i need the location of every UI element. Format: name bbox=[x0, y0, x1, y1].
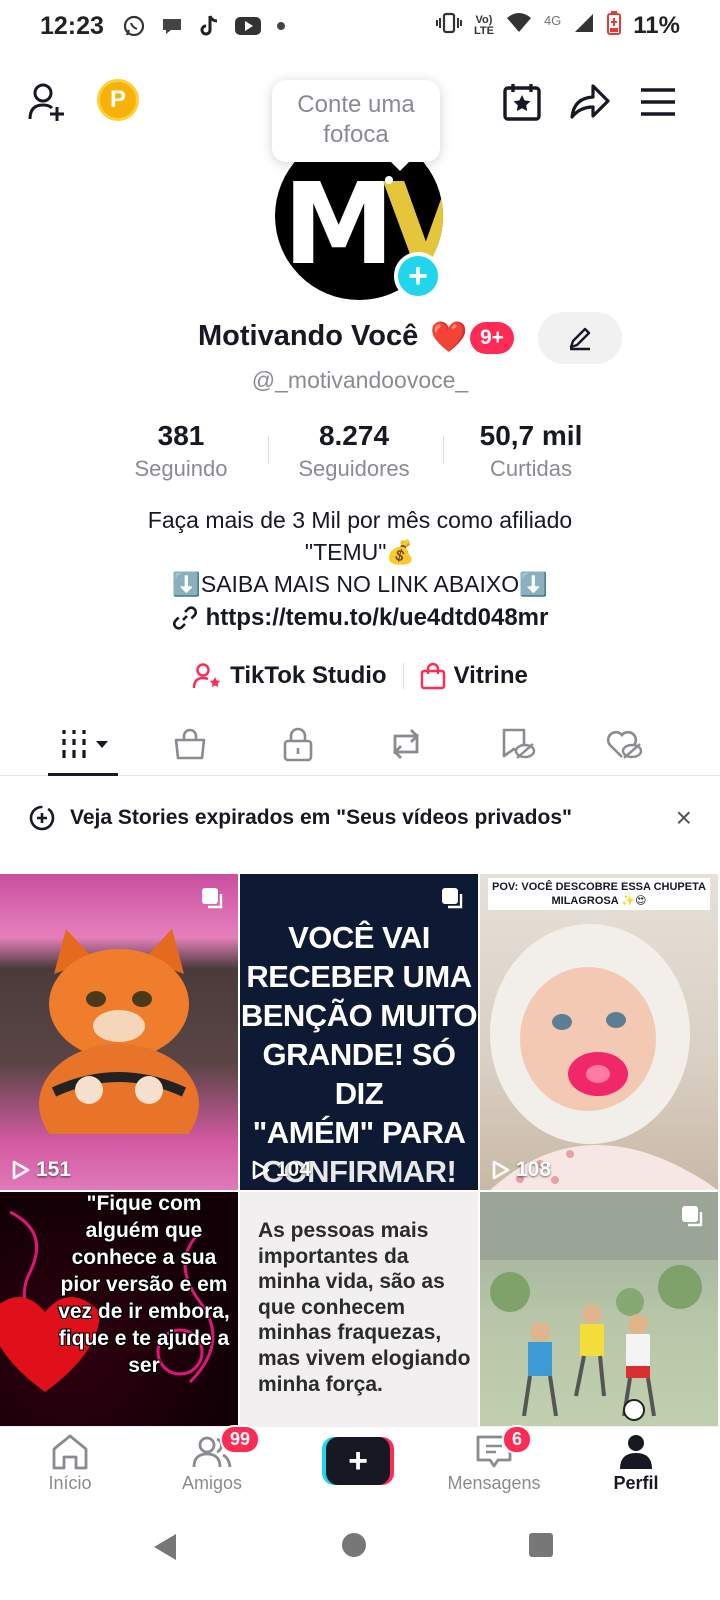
calendar-star-icon[interactable] bbox=[498, 78, 546, 126]
clock: 12:23 bbox=[40, 11, 104, 40]
chat-bubble-icon bbox=[160, 14, 184, 38]
video-thumbnail-soccer[interactable] bbox=[480, 1192, 718, 1426]
video-thumbnail-blessing[interactable]: VOCÊ VAI RECEBER UMA BENÇÃO MUITO GRANDE… bbox=[240, 874, 478, 1190]
video-thumbnail-baby[interactable]: POV: VOCÊ DESCOBRE ESSA CHUPETA MILAGROS… bbox=[480, 874, 718, 1190]
stories-banner[interactable]: Veja Stories expirados em "Seus vídeos p… bbox=[0, 794, 720, 842]
tiktok-studio-button[interactable]: TikTok Studio bbox=[192, 662, 387, 690]
link-icon bbox=[172, 606, 197, 630]
nav-home[interactable]: Início bbox=[10, 1431, 130, 1494]
bio-link[interactable]: https://temu.to/k/ue4dtd048mr bbox=[0, 604, 720, 632]
volte-icon: Vo) LTE bbox=[473, 14, 494, 37]
profile-icon bbox=[620, 1435, 652, 1469]
thumbnail-text: As pessoas mais importantes da minha vid… bbox=[258, 1219, 471, 1396]
tab-private[interactable] bbox=[268, 720, 328, 768]
whatsapp-icon bbox=[122, 14, 146, 38]
add-user-icon[interactable] bbox=[24, 78, 72, 126]
thumbnail-text: "Fique com alguém que conhece a sua pior… bbox=[58, 1192, 230, 1377]
banner-text: Veja Stories expirados em "Seus vídeos p… bbox=[70, 806, 572, 829]
menu-icon[interactable] bbox=[634, 78, 682, 126]
heart-eye-off-icon bbox=[606, 730, 643, 759]
multi-image-icon bbox=[682, 1206, 703, 1227]
multi-image-icon bbox=[202, 888, 223, 909]
recents-icon[interactable] bbox=[528, 1532, 554, 1558]
shopping-bag-icon bbox=[174, 728, 206, 760]
view-count: 151 bbox=[12, 1158, 71, 1182]
stat-likes[interactable]: 50,7 mil Curtidas bbox=[446, 420, 616, 482]
bookmark-eye-off-icon bbox=[502, 728, 536, 759]
home-icon bbox=[52, 1434, 88, 1470]
baby-image bbox=[490, 924, 718, 1190]
coin-icon[interactable]: P bbox=[97, 79, 139, 121]
profile-stats: 381 Seguindo 8.274 Seguidores 50,7 mil C… bbox=[0, 420, 720, 486]
notification-badge[interactable]: 9+ bbox=[470, 322, 514, 354]
bottom-nav: Início 99 Amigos + 6 Mensagens Perfil bbox=[0, 1425, 720, 1502]
friends-badge: 99 bbox=[220, 1425, 261, 1454]
repost-icon bbox=[393, 729, 419, 759]
dot-icon bbox=[276, 21, 286, 31]
username: @_motivandoovoce_ bbox=[251, 367, 469, 393]
view-count: 108 bbox=[492, 1158, 551, 1182]
tab-videos[interactable] bbox=[56, 720, 116, 768]
note-tooltip[interactable]: Conte uma fofoca bbox=[272, 80, 440, 171]
create-button[interactable]: + bbox=[322, 1437, 394, 1485]
play-icon bbox=[12, 1160, 30, 1180]
system-navigation bbox=[0, 1502, 720, 1600]
share-icon[interactable] bbox=[566, 78, 614, 126]
nav-friends[interactable]: 99 Amigos bbox=[152, 1425, 272, 1494]
tab-favorites-hidden[interactable] bbox=[488, 720, 548, 768]
home-button-icon[interactable] bbox=[341, 1532, 367, 1558]
tab-shop[interactable] bbox=[160, 720, 220, 768]
video-thumbnail-quote-heart[interactable]: "Fique com alguém que conhece a sua pior… bbox=[0, 1192, 238, 1426]
battery-percent: 11% bbox=[633, 12, 680, 39]
video-grid: 151 VOCÊ VAI RECEBER UMA BENÇÃO MUITO GR… bbox=[0, 874, 720, 1426]
status-bar: 12:23 Vo) LTE 4G 11% bbox=[0, 0, 720, 52]
display-name: Motivando Você bbox=[198, 320, 419, 352]
add-avatar-button[interactable]: + bbox=[394, 252, 442, 300]
wifi-icon bbox=[506, 12, 532, 41]
story-plus-icon bbox=[29, 805, 55, 831]
edit-profile-button[interactable] bbox=[538, 312, 622, 364]
heart-emoji: ❤️ bbox=[430, 321, 468, 354]
nav-profile[interactable]: Perfil bbox=[576, 1431, 696, 1494]
shopping-bag-icon bbox=[420, 662, 445, 690]
tab-liked-hidden[interactable] bbox=[594, 720, 654, 768]
user-star-icon bbox=[192, 663, 221, 689]
multi-image-icon bbox=[442, 888, 463, 909]
profile-actions: TikTok Studio Vitrine bbox=[0, 656, 720, 696]
messages-badge: 6 bbox=[502, 1425, 533, 1454]
grid-icon bbox=[62, 730, 108, 758]
pencil-icon bbox=[569, 327, 591, 351]
video-thumbnail-quote[interactable]: As pessoas mais importantes da minha vid… bbox=[240, 1192, 478, 1426]
close-icon[interactable]: × bbox=[676, 802, 692, 834]
nav-messages[interactable]: 6 Mensagens bbox=[434, 1425, 554, 1494]
name-row: Motivando Você ❤️ 9+ bbox=[0, 312, 720, 366]
battery-icon bbox=[607, 10, 622, 42]
youtube-icon bbox=[234, 15, 262, 37]
thumbnail-text: VOCÊ VAI RECEBER UMA BENÇÃO MUITO GRANDE… bbox=[240, 920, 478, 1189]
back-icon[interactable] bbox=[152, 1532, 178, 1562]
play-icon bbox=[252, 1160, 270, 1180]
network-type: 4G bbox=[543, 12, 562, 28]
stat-following[interactable]: 381 Seguindo bbox=[96, 420, 266, 482]
bio: Faça mais de 3 Mil por mês como afiliado… bbox=[147, 507, 573, 597]
view-count: 104 bbox=[252, 1158, 311, 1182]
vibrate-icon bbox=[435, 12, 462, 41]
plus-icon: + bbox=[326, 1437, 390, 1485]
video-thumbnail-cat[interactable]: 151 bbox=[0, 874, 238, 1190]
active-tab-indicator bbox=[48, 773, 118, 776]
play-icon bbox=[492, 1160, 510, 1180]
lock-icon bbox=[283, 727, 313, 762]
tiktok-icon bbox=[198, 14, 220, 38]
signal-icon bbox=[573, 12, 595, 41]
vitrine-button[interactable]: Vitrine bbox=[420, 662, 528, 690]
tab-reposts[interactable] bbox=[376, 720, 436, 768]
stat-followers[interactable]: 8.274 Seguidores bbox=[269, 420, 439, 482]
content-tabs bbox=[0, 714, 720, 776]
cat-driving-image bbox=[39, 929, 199, 1134]
